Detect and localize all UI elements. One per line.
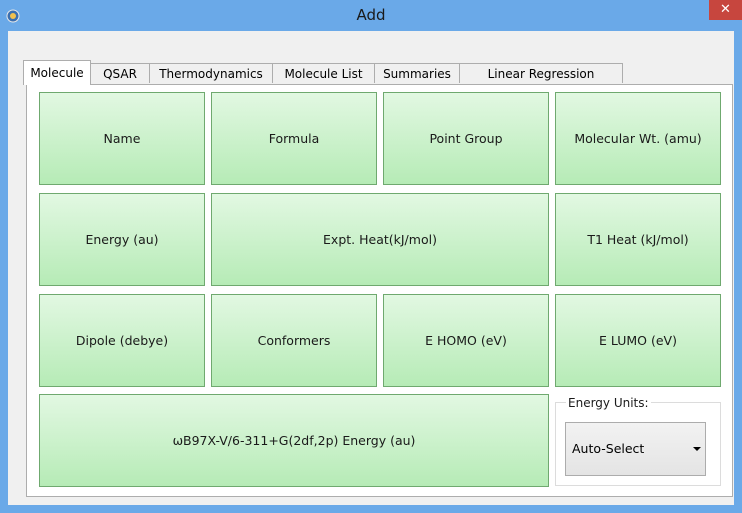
- title-bar[interactable]: Add ✕: [0, 0, 742, 31]
- tab-molecule[interactable]: Molecule: [23, 60, 91, 85]
- energy-units-label: Energy Units:: [566, 396, 651, 410]
- t1-heat-button[interactable]: T1 Heat (kJ/mol): [555, 193, 721, 286]
- molecular-wt-button[interactable]: Molecular Wt. (amu): [555, 92, 721, 185]
- energy-button[interactable]: Energy (au): [39, 193, 205, 286]
- dipole-button[interactable]: Dipole (debye): [39, 294, 205, 387]
- tab-linear-regression[interactable]: Linear Regression: [459, 63, 623, 83]
- tab-qsar[interactable]: QSAR: [90, 63, 150, 83]
- tab-summaries[interactable]: Summaries: [374, 63, 460, 83]
- e-lumo-button[interactable]: E LUMO (eV): [555, 294, 721, 387]
- tab-thermodynamics[interactable]: Thermodynamics: [149, 63, 273, 83]
- wb97x-energy-button[interactable]: ωB97X-V/6-311+G(2df,2p) Energy (au): [39, 394, 549, 487]
- conformers-button[interactable]: Conformers: [211, 294, 377, 387]
- formula-button[interactable]: Formula: [211, 92, 377, 185]
- e-homo-button[interactable]: E HOMO (eV): [383, 294, 549, 387]
- window-title: Add: [356, 6, 386, 24]
- close-icon: ✕: [720, 2, 731, 17]
- energy-units-select[interactable]: Auto-Select: [565, 422, 706, 476]
- add-dialog-window: Add ✕ Molecule QSAR Thermodynamics Molec…: [0, 0, 742, 513]
- energy-units-selected-value: Auto-Select: [572, 441, 645, 456]
- close-button[interactable]: ✕: [709, 0, 742, 20]
- point-group-button[interactable]: Point Group: [383, 92, 549, 185]
- chevron-down-icon: [693, 447, 701, 451]
- tab-molecule-list[interactable]: Molecule List: [272, 63, 375, 83]
- name-button[interactable]: Name: [39, 92, 205, 185]
- expt-heat-button[interactable]: Expt. Heat(kJ/mol): [211, 193, 549, 286]
